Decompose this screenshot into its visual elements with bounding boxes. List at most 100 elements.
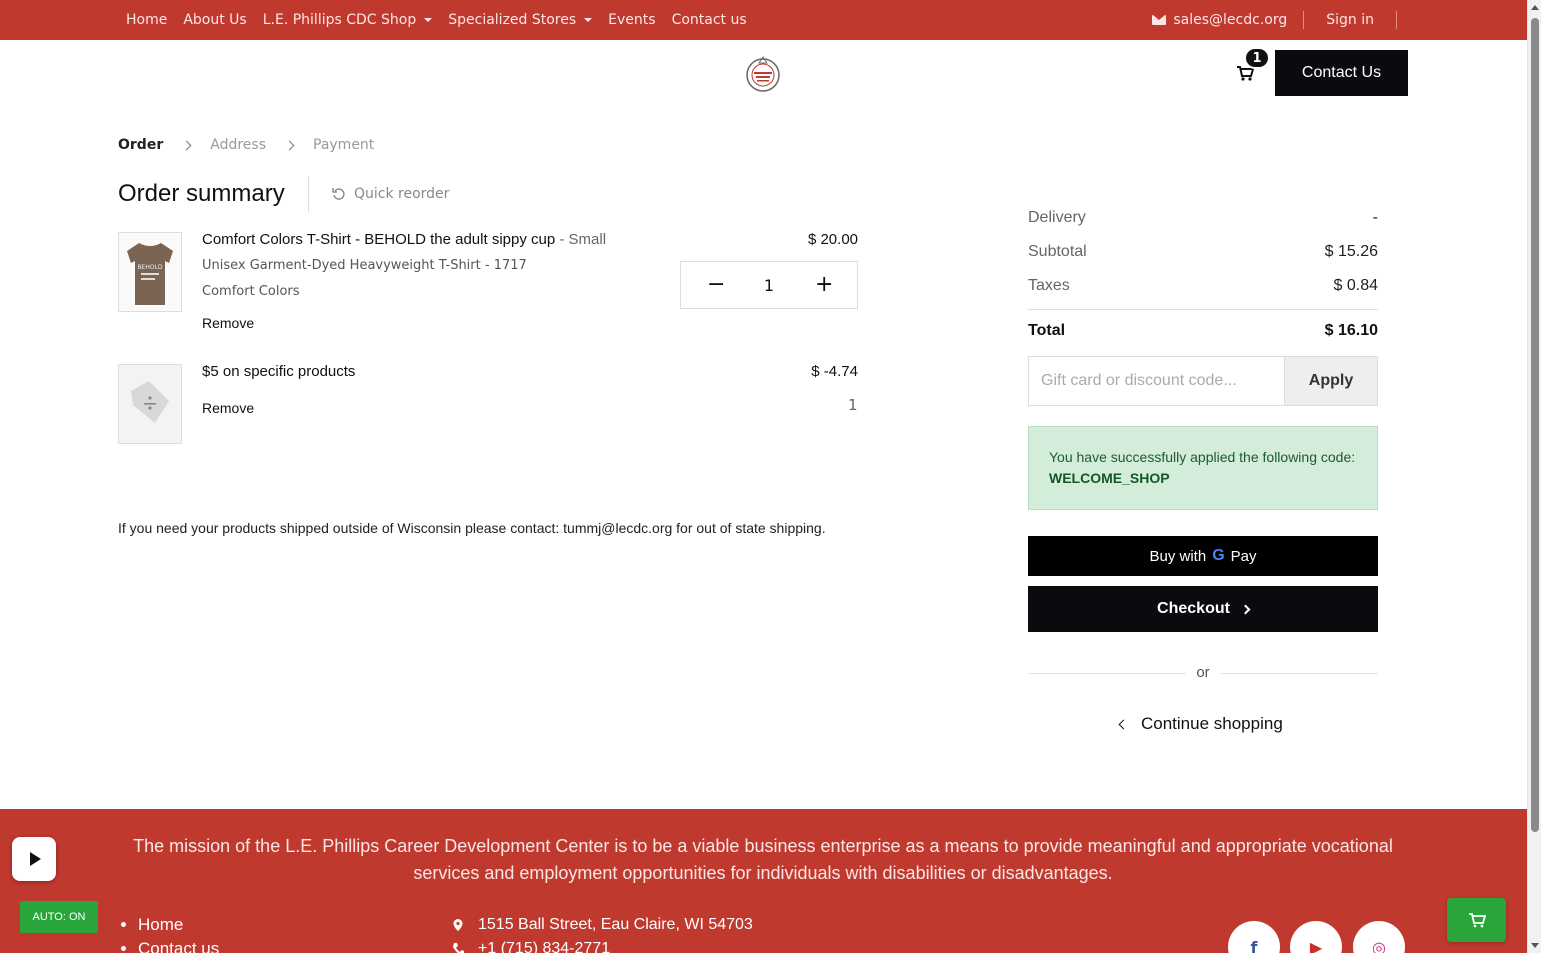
phone-icon — [453, 943, 464, 953]
checkout-steps: Order Address Payment — [118, 137, 374, 153]
email-text: sales@lecdc.org — [1173, 12, 1288, 28]
page-scrollbar[interactable] — [1527, 0, 1541, 953]
google-pay-button[interactable]: Buy with G Pay — [1028, 536, 1378, 576]
promo-code-form: Apply — [1028, 356, 1378, 406]
scrollbar-thumb[interactable] — [1531, 18, 1539, 832]
product-variant: - Small — [559, 231, 607, 248]
product-brand: Comfort Colors — [202, 284, 300, 299]
top-navbar: Home About Us L.E. Phillips CDC Shop Spe… — [0, 0, 1527, 40]
contact-us-button[interactable]: Contact Us — [1275, 50, 1408, 96]
site-footer: The mission of the L.E. Phillips Career … — [0, 809, 1527, 953]
footer-contact: 1515 Ball Street, Eau Claire, WI 54703 +… — [452, 913, 753, 953]
divider — [1028, 309, 1378, 310]
chevron-right-icon — [284, 140, 295, 150]
shirt-print-text: BEHOLD — [137, 264, 162, 271]
total-label: Total — [1028, 322, 1066, 339]
email-link[interactable]: sales@lecdc.org — [1152, 12, 1303, 28]
gpay-pay-text: Pay — [1230, 547, 1257, 565]
chevron-left-icon — [1118, 719, 1129, 729]
total-value: $ 16.10 — [1324, 322, 1378, 339]
promo-code-input[interactable] — [1029, 357, 1284, 405]
taxes-value: $ 0.84 — [1333, 277, 1378, 294]
quantity-input[interactable]: 1 — [764, 276, 774, 295]
instagram-icon[interactable]: ◎ — [1353, 921, 1405, 953]
nav-home[interactable]: Home — [118, 12, 175, 28]
line-product-name[interactable]: Comfort Colors T-Shirt - BEHOLD the adul… — [202, 231, 606, 248]
apply-button[interactable]: Apply — [1284, 357, 1377, 405]
step-payment: Payment — [313, 137, 375, 153]
nav-specialized-label: Specialized Stores — [448, 12, 577, 28]
phone-text: +1 (715) 834-2771 — [478, 940, 611, 953]
order-summary-title: Order summary — [118, 180, 285, 207]
footer-link-home[interactable]: Home — [138, 913, 219, 937]
success-message: You have successfully applied the follow… — [1049, 449, 1356, 465]
main-nav: Home About Us L.E. Phillips CDC Shop Spe… — [118, 0, 755, 40]
remove-line-button[interactable]: Remove — [202, 315, 254, 331]
chevron-right-icon — [1240, 604, 1251, 614]
taxes-row: Taxes $ 0.84 — [1028, 277, 1378, 295]
nav-events[interactable]: Events — [600, 12, 663, 28]
discount-quantity: 1 — [848, 396, 858, 414]
scroll-down-arrow-icon[interactable] — [1531, 943, 1539, 948]
play-button[interactable] — [12, 837, 56, 881]
shipping-note: If you need your products shipped outsid… — [118, 520, 826, 536]
caret-down-icon — [424, 18, 433, 22]
divider — [1396, 11, 1397, 29]
site-logo[interactable] — [742, 54, 784, 92]
nav-specialized-stores-dropdown[interactable]: Specialized Stores — [440, 12, 600, 28]
plus-button[interactable]: + — [815, 274, 833, 296]
quick-reorder-button[interactable]: Quick reorder — [332, 186, 449, 202]
remove-discount-button[interactable]: Remove — [202, 400, 254, 416]
address-text: 1515 Ball Street, Eau Claire, WI 54703 — [478, 916, 753, 933]
total-row: Total $ 16.10 — [1028, 322, 1378, 340]
product-thumbnail[interactable]: BEHOLD — [118, 232, 182, 312]
continue-shopping-label: Continue shopping — [1141, 714, 1283, 733]
chevron-right-icon — [181, 140, 192, 150]
step-address: Address — [210, 137, 266, 153]
map-marker-icon — [453, 919, 463, 931]
sign-in-link[interactable]: Sign in — [1304, 12, 1396, 28]
line-price: $ 20.00 — [807, 231, 858, 248]
product-name: Comfort Colors T-Shirt - BEHOLD the adul… — [202, 231, 556, 248]
discount-name: $5 on specific products — [202, 363, 356, 380]
auto-toggle-button[interactable]: AUTO: ON — [20, 901, 98, 933]
footer-link-contact[interactable]: Contact us — [138, 937, 219, 953]
top-right-links: sales@lecdc.org Sign in — [1152, 0, 1397, 40]
delivery-row: Delivery - — [1028, 209, 1378, 227]
product-description: Unisex Garment-Dyed Heavyweight T-Shirt … — [202, 258, 527, 273]
checkout-button[interactable]: Checkout — [1028, 586, 1378, 632]
nav-shop-dropdown[interactable]: L.E. Phillips CDC Shop — [255, 12, 441, 28]
footer-phone[interactable]: +1 (715) 834-2771 — [452, 937, 753, 953]
checkout-label: Checkout — [1157, 600, 1230, 617]
play-icon — [30, 852, 41, 866]
footer-links: Home Contact us — [138, 913, 219, 953]
discount-price: $ -4.74 — [811, 363, 858, 380]
delivery-label: Delivery — [1028, 209, 1086, 226]
or-separator: or — [1186, 664, 1220, 681]
nav-about-us[interactable]: About Us — [175, 12, 254, 28]
taxes-label: Taxes — [1028, 277, 1070, 294]
nav-contact-us[interactable]: Contact us — [664, 12, 755, 28]
subtotal-value: $ 15.26 — [1324, 243, 1378, 260]
scroll-up-arrow-icon[interactable] — [1531, 5, 1539, 10]
delivery-value: - — [1372, 209, 1378, 226]
envelope-icon — [1152, 15, 1167, 25]
gpay-label: Buy with — [1149, 547, 1207, 565]
discount-thumbnail — [118, 364, 182, 444]
continue-shopping-link[interactable]: Continue shopping — [1118, 714, 1283, 734]
cart-count-badge: 1 — [1244, 47, 1270, 69]
applied-code: WELCOME_SHOP — [1049, 470, 1170, 486]
nav-shop-label: L.E. Phillips CDC Shop — [262, 12, 417, 28]
minus-button[interactable]: − — [707, 274, 725, 296]
step-order: Order — [118, 137, 164, 153]
promo-success-alert: You have successfully applied the follow… — [1028, 426, 1378, 510]
refresh-icon — [332, 188, 345, 200]
google-g-icon: G — [1212, 547, 1225, 564]
floating-cart-button[interactable] — [1447, 898, 1506, 942]
subtotal-row: Subtotal $ 15.26 — [1028, 243, 1378, 261]
facebook-icon[interactable]: f — [1228, 921, 1280, 953]
divider — [308, 176, 309, 212]
footer-address: 1515 Ball Street, Eau Claire, WI 54703 — [452, 913, 753, 937]
youtube-icon[interactable]: ▶ — [1290, 921, 1342, 953]
subtotal-label: Subtotal — [1028, 243, 1087, 260]
